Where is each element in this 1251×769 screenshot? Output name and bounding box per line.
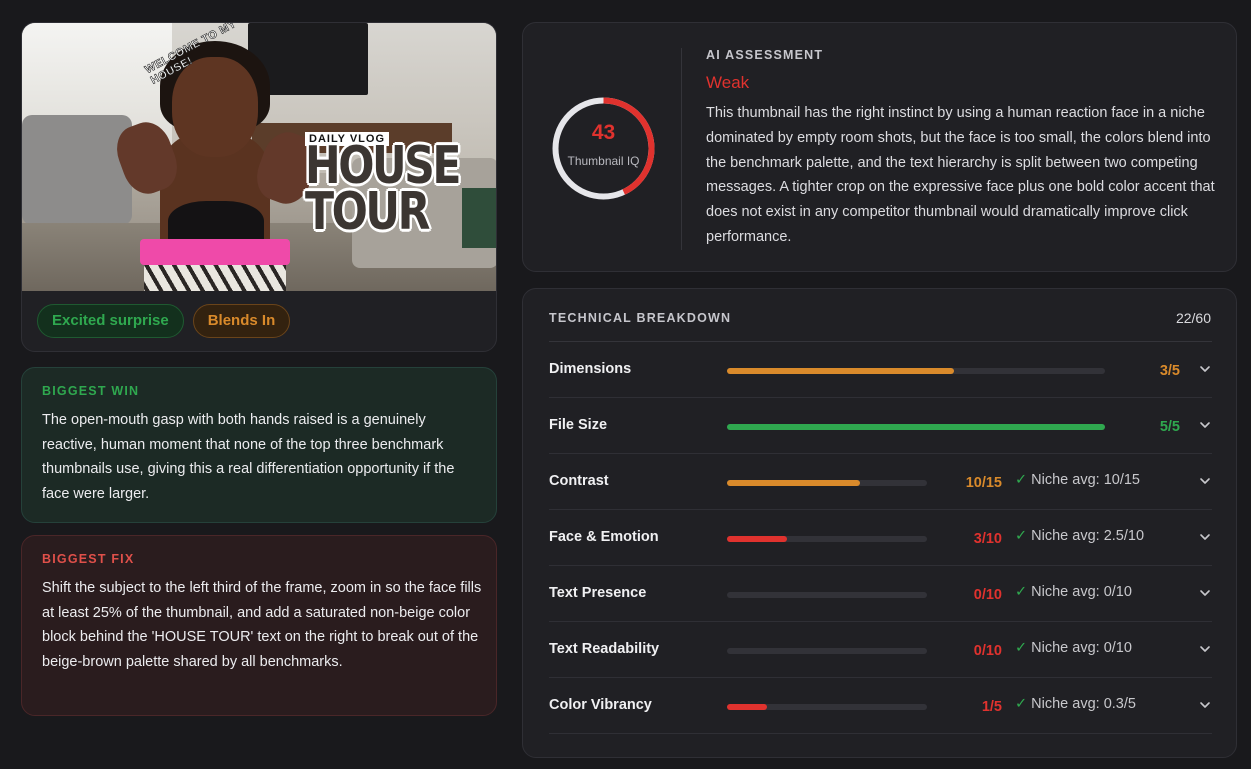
thumbnail-image[interactable]: WELCOME TO MY HOUSE! DAILY VLOG HOUSE TO… [22,23,496,291]
biggest-win-card: BIGGEST WIN The open-mouth gasp with bot… [21,367,497,523]
person-head [172,57,258,157]
biggest-win-title: BIGGEST WIN [42,384,140,398]
biggest-fix-title: BIGGEST FIX [42,552,135,566]
assessment-verdict: Weak [706,73,750,92]
score-gauge [552,97,655,200]
niche-average-text: Niche avg: 2.5/10 [1031,528,1145,544]
niche-average-text: Niche avg: 10/15 [1031,472,1140,488]
score-bar-track [727,704,927,710]
check-icon: ✓ [1015,696,1028,712]
score-bar-fill [727,424,1105,430]
breakdown-row-score: 3/5 [1159,363,1180,379]
score-bar-fill [727,536,787,542]
biggest-fix-text: Shift the subject to the left third of t… [42,580,482,671]
breakdown-row-score: 5/5 [1159,419,1180,435]
score-bar-track [727,368,1105,374]
check-icon: ✓ [1015,584,1028,600]
check-icon: ✓ [1015,640,1028,656]
breakdown-row[interactable]: Contrast 10/15 ✓ Niche avg: 10/15 [549,454,1212,510]
chevron-down-icon[interactable] [1198,362,1212,376]
niche-average-text: Niche avg: 0/10 [1031,584,1132,600]
biggest-win-text: The open-mouth gasp with both hands rais… [42,412,455,503]
chevron-down-icon[interactable] [1198,642,1212,656]
breakdown-row-label: Color Vibrancy [549,697,652,713]
breakdown-title: TECHNICAL BREAKDOWN [549,311,732,325]
biggest-fix-card: BIGGEST FIX Shift the subject to the lef… [21,535,497,716]
ai-assessment-card: 43 Thumbnail IQ AI ASSESSMENT Weak This … [522,22,1237,272]
niche-average: ✓ Niche avg: 2.5/10 [1015,528,1144,544]
niche-average: ✓ Niche avg: 10/15 [1015,472,1140,488]
score-value: 43 [591,121,616,144]
niche-average: ✓ Niche avg: 0/10 [1015,640,1132,656]
tag-list: Excited surprise Blends In [37,304,291,338]
breakdown-row-label: Text Presence [549,585,647,601]
breakdown-row[interactable]: File Size 5/5 [549,398,1212,454]
breakdown-row-label: File Size [549,417,608,433]
sofa-left [22,115,132,225]
chevron-down-icon[interactable] [1198,418,1212,432]
chevron-down-icon[interactable] [1198,530,1212,544]
breakdown-row[interactable]: Text Readability 0/10 ✓ Niche avg: 0/10 [549,622,1212,678]
chevron-down-icon[interactable] [1198,474,1212,488]
niche-average: ✓ Niche avg: 0.3/5 [1015,696,1136,712]
tag-blend: Blends In [192,304,291,338]
niche-average-text: Niche avg: 0.3/5 [1031,696,1136,712]
breakdown-row-score: 10/15 [965,475,1002,491]
person-pink-band [140,239,290,265]
breakdown-row[interactable]: Color Vibrancy 1/5 ✓ Niche avg: 0.3/5 [549,678,1212,734]
score-bar-track [727,592,927,598]
breakdown-row-score: 3/10 [973,531,1002,547]
score-bar-fill [727,368,954,374]
score-bar-fill [727,704,767,710]
breakdown-row-label: Text Readability [549,641,660,657]
chevron-down-icon[interactable] [1198,586,1212,600]
score-bar-fill [727,480,861,486]
breakdown-row[interactable]: Text Presence 0/10 ✓ Niche avg: 0/10 [549,566,1212,622]
score-bar-track [727,480,927,486]
technical-breakdown-card: TECHNICAL BREAKDOWN 22/60 Dimensions 3/5 F… [522,288,1237,758]
breakdown-row-label: Face & Emotion [549,529,659,545]
check-icon: ✓ [1015,528,1028,544]
breakdown-row[interactable]: Face & Emotion 3/10 ✓ Niche avg: 2.5/10 [549,510,1212,566]
thumbnail-title-text: HOUSE TOUR [305,140,462,238]
assessment-title: AI ASSESSMENT [706,48,824,62]
person [109,41,325,291]
niche-average: ✓ Niche avg: 0/10 [1015,584,1132,600]
cushion [462,188,496,248]
score-bar-track [727,648,927,654]
divider [681,48,682,250]
breakdown-row-label: Contrast [549,473,609,489]
person-skirt [144,265,286,291]
assessment-text: This thumbnail has the right instinct by… [706,105,1215,245]
check-icon: ✓ [1015,472,1028,488]
breakdown-total: 22/60 [1175,310,1211,326]
breakdown-row-score: 0/10 [973,643,1002,659]
breakdown-row-score: 0/10 [973,587,1002,603]
tag-emotion: Excited surprise [37,304,184,338]
chevron-down-icon[interactable] [1198,698,1212,712]
breakdown-row-score: 1/5 [981,699,1002,715]
thumbnail-card: WELCOME TO MY HOUSE! DAILY VLOG HOUSE TO… [21,22,497,352]
niche-average-text: Niche avg: 0/10 [1031,640,1132,656]
score-label: Thumbnail IQ [567,154,640,168]
breakdown-row-label: Dimensions [549,361,632,377]
score-bar-track [727,536,927,542]
breakdown-row[interactable]: Dimensions 3/5 [549,342,1212,398]
score-bar-track [727,424,1105,430]
